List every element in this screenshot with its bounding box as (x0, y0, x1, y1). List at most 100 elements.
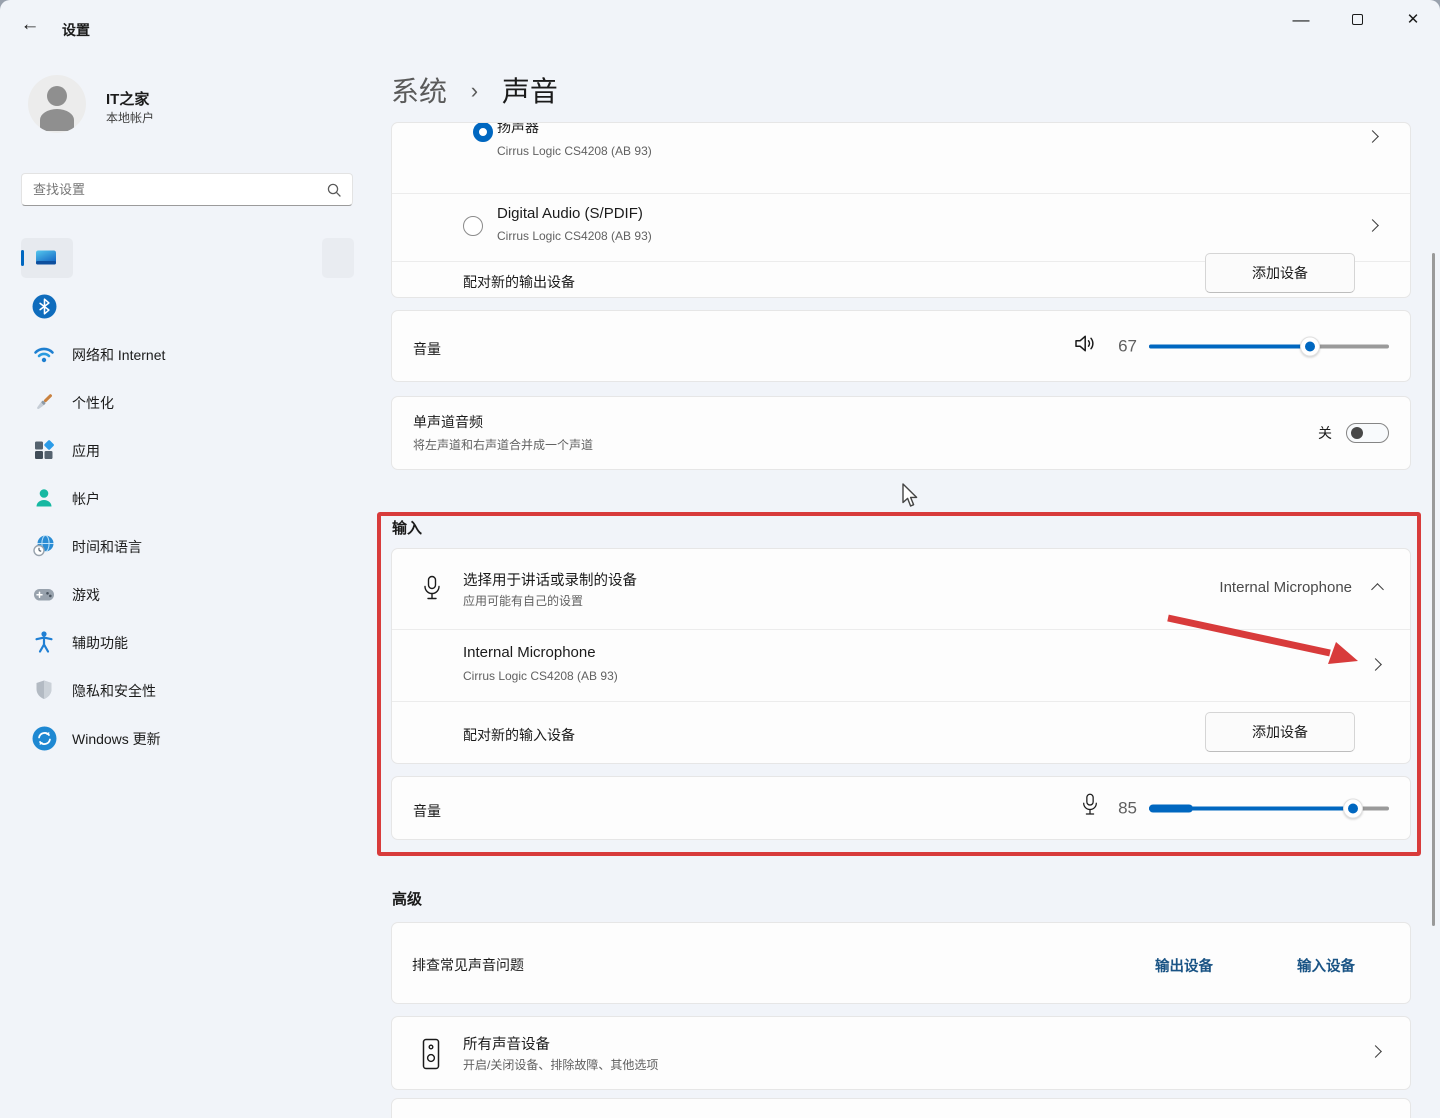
breadcrumb-root[interactable]: 系统 (391, 76, 447, 107)
input-volume-value: 85 (1111, 798, 1137, 818)
search-box[interactable] (21, 173, 353, 206)
mouse-cursor (901, 483, 925, 509)
add-input-device-button[interactable]: 添加设备 (1205, 712, 1355, 752)
brush-icon (32, 390, 56, 414)
chevron-right-icon (1369, 1045, 1382, 1058)
choose-input-title: 选择用于讲话或录制的设备 (463, 569, 637, 590)
add-output-device-button[interactable]: 添加设备 (1205, 253, 1355, 293)
sidebar-item-accessibility[interactable]: 辅助功能 (0, 622, 356, 662)
digital-audio-radio[interactable] (463, 216, 483, 236)
sidebar-item-windows-update[interactable]: Windows 更新 (0, 718, 356, 758)
user-name: IT之家 (106, 88, 149, 109)
sidebar-item-apps[interactable]: 应用 (0, 430, 356, 470)
speakers-radio[interactable] (473, 122, 493, 142)
sidebar-item-label: 时间和语言 (72, 537, 142, 557)
sidebar-item-label: 辅助功能 (72, 633, 128, 653)
chevron-right-icon (1366, 219, 1379, 232)
troubleshoot-output-link[interactable]: 输出设备 (1155, 955, 1213, 976)
input-level-meter (1149, 804, 1193, 812)
update-icon (32, 726, 56, 750)
input-section-header: 输入 (392, 517, 422, 538)
row-pair-output: 配对新的输出设备 添加设备 (392, 261, 1410, 298)
user-account-type: 本地帐户 (106, 109, 154, 126)
system-icon (34, 246, 58, 270)
pair-input-label: 配对新的输入设备 (463, 725, 575, 745)
output-volume-slider[interactable] (1149, 336, 1389, 356)
all-devices-title: 所有声音设备 (463, 1033, 550, 1054)
bluetooth-icon (32, 294, 56, 318)
choose-input-subtitle: 应用可能有自己的设置 (463, 592, 583, 609)
sidebar-item-bluetooth[interactable] (0, 286, 356, 326)
sidebar-item-system[interactable] (0, 238, 356, 278)
input-devices-card: 选择用于讲话或录制的设备 应用可能有自己的设置 Internal Microph… (391, 548, 1411, 764)
chevron-up-icon[interactable] (1371, 583, 1384, 596)
output-volume-card: 音量 67 (391, 310, 1411, 382)
sidebar-item-accounts[interactable]: 帐户 (0, 478, 356, 518)
microphone-icon (422, 575, 442, 608)
sidebar-item-network[interactable]: 网络和 Internet (0, 334, 356, 374)
row-pair-input: 配对新的输入设备 添加设备 (392, 701, 1410, 764)
apps-icon (32, 438, 56, 462)
speaker-icon[interactable] (1073, 332, 1099, 361)
slider-thumb[interactable] (1300, 336, 1320, 356)
digital-audio-subtitle: Cirrus Logic CS4208 (AB 93) (497, 229, 652, 243)
all-devices-subtitle: 开启/关闭设备、排除故障、其他选项 (463, 1056, 658, 1073)
digital-audio-title: Digital Audio (S/PDIF) (497, 205, 643, 222)
troubleshoot-input-link[interactable]: 输入设备 (1297, 955, 1355, 976)
sidebar-item-gaming[interactable]: 游戏 (0, 574, 356, 614)
troubleshoot-card: 排查常见声音问题 输出设备 输入设备 (391, 922, 1411, 1004)
pair-output-label: 配对新的输出设备 (463, 272, 575, 292)
sidebar-item-label: 帐户 (72, 489, 100, 509)
sidebar-item-label: 网络和 Internet (72, 345, 165, 365)
shield-icon (32, 678, 56, 702)
breadcrumb-current: 声音 (502, 76, 558, 107)
avatar[interactable] (28, 75, 86, 133)
avatar-person-icon (47, 86, 67, 106)
back-button[interactable]: ← (16, 14, 44, 38)
sidebar-item-time-language[interactable]: 时间和语言 (0, 526, 356, 566)
settings-window: ← 设置 — ✕ IT之家 本地帐户 (0, 0, 1440, 1118)
maximize-button[interactable] (1334, 0, 1380, 40)
row-speakers[interactable]: 扬声器 Cirrus Logic CS4208 (AB 93) (392, 122, 1410, 193)
sidebar-item-privacy[interactable]: 隐私和安全性 (0, 670, 356, 710)
speaker-device-icon (422, 1038, 440, 1075)
sidebar-artifact (322, 238, 354, 278)
output-devices-card: 扬声器 Cirrus Logic CS4208 (AB 93) Digital … (391, 122, 1411, 298)
input-volume-card: 音量 85 (391, 776, 1411, 840)
microphone-icon[interactable] (1081, 793, 1099, 824)
output-volume-value: 67 (1111, 336, 1137, 356)
search-input[interactable] (33, 175, 323, 204)
advanced-section-header: 高级 (392, 888, 422, 909)
row-digital-audio[interactable]: Digital Audio (S/PDIF) Cirrus Logic CS42… (392, 193, 1410, 261)
sidebar-item-label: 隐私和安全性 (72, 681, 156, 701)
minimize-button[interactable]: — (1278, 0, 1324, 40)
troubleshoot-label: 排查常见声音问题 (412, 955, 524, 975)
app-title: 设置 (62, 20, 90, 40)
chevron-right-icon (1366, 130, 1379, 143)
mono-subtitle: 将左声道和右声道合并成一个声道 (413, 436, 593, 453)
output-volume-label: 音量 (413, 339, 441, 359)
breadcrumb-separator-icon: › (471, 78, 478, 103)
mono-state-label: 关 (1318, 423, 1332, 443)
sidebar-item-personalization[interactable]: 个性化 (0, 382, 356, 422)
chevron-right-icon[interactable] (1369, 658, 1382, 671)
selected-input-device[interactable]: Internal Microphone (1219, 579, 1352, 596)
row-choose-input[interactable]: 选择用于讲话或录制的设备 应用可能有自己的设置 Internal Microph… (392, 549, 1410, 629)
wifi-icon (32, 342, 56, 366)
next-card-stub (391, 1098, 1411, 1118)
search-icon (327, 183, 342, 203)
globe-clock-icon (32, 534, 56, 558)
close-button[interactable]: ✕ (1390, 0, 1436, 40)
sidebar-item-label: 游戏 (72, 585, 100, 605)
mono-audio-card: 单声道音频 将左声道和右声道合并成一个声道 关 (391, 396, 1411, 470)
maximize-icon (1352, 14, 1363, 25)
slider-thumb[interactable] (1343, 798, 1363, 818)
input-volume-slider[interactable] (1149, 798, 1389, 818)
scrollbar[interactable] (1432, 253, 1435, 926)
accessibility-icon (32, 630, 56, 654)
sidebar-item-label: Windows 更新 (72, 729, 161, 749)
sidebar-item-label: 应用 (72, 441, 100, 461)
all-sound-devices-card[interactable]: 所有声音设备 开启/关闭设备、排除故障、其他选项 (391, 1016, 1411, 1090)
row-internal-microphone[interactable]: Internal Microphone Cirrus Logic CS4208 … (392, 629, 1410, 701)
mono-toggle[interactable] (1346, 423, 1389, 443)
